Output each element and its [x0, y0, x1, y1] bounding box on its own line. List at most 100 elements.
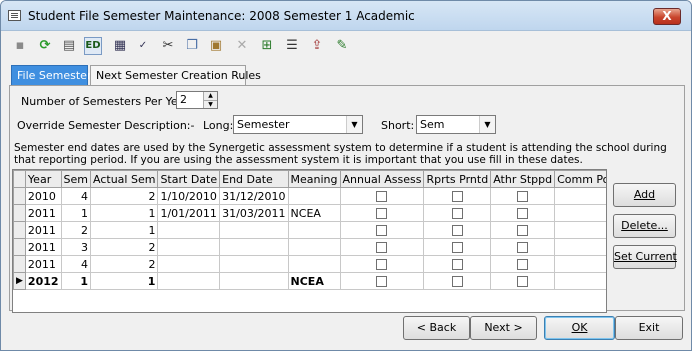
semester-grid[interactable]: Year Sem Actual Sem Start Date End Date …	[12, 169, 607, 313]
cell-end[interactable]	[219, 238, 289, 256]
cell-end[interactable]	[219, 221, 289, 239]
delete-button[interactable]: Delete...	[613, 214, 676, 238]
cell-meaning[interactable]	[287, 187, 341, 205]
save-icon[interactable]: ▪	[11, 37, 29, 55]
cell-end[interactable]: 31/12/2010	[219, 187, 289, 205]
prntd-checkbox[interactable]	[451, 208, 463, 219]
tab-next-semester-rules[interactable]: Next Semester Creation Rules	[90, 65, 261, 86]
cell-meaning[interactable]	[287, 255, 341, 273]
table-row[interactable]: 2011 1 1 1/01/2011 31/03/2011 NCEA	[13, 204, 606, 222]
cell-actual[interactable]: 2	[90, 238, 159, 256]
semesters-spinner[interactable]: 2 ▲ ▼	[176, 91, 218, 109]
back-button[interactable]: < Back	[403, 316, 470, 340]
cell-actual[interactable]: 2	[90, 255, 159, 273]
table-row[interactable]: 2011 4 2	[13, 255, 606, 273]
cell-actual[interactable]: 1	[90, 204, 159, 222]
spell-check-icon[interactable]: ✓	[134, 37, 152, 55]
cell-end[interactable]: 31/03/2011	[219, 204, 289, 222]
print-icon[interactable]: ▤	[60, 37, 78, 55]
cell-year[interactable]: 2012	[24, 272, 62, 290]
row-indicator[interactable]	[13, 255, 26, 273]
title-bar[interactable]: Student File Semester Maintenance: 2008 …	[1, 1, 691, 31]
spin-down-icon[interactable]: ▼	[203, 100, 217, 108]
spin-up-icon[interactable]: ▲	[203, 92, 217, 100]
exit-button[interactable]: Exit	[615, 316, 683, 340]
row-indicator[interactable]	[13, 204, 26, 222]
edit-mode-icon[interactable]: ED	[84, 37, 102, 55]
column-header-actual-sem[interactable]: Actual Sem	[90, 170, 159, 188]
cell-end[interactable]	[219, 272, 289, 290]
annual-checkbox[interactable]	[376, 242, 388, 253]
column-header-athr-stppd[interactable]: Athr Stppd	[490, 170, 556, 188]
cell-meaning[interactable]	[287, 238, 341, 256]
next-button[interactable]: Next >	[470, 316, 537, 340]
stppd-checkbox[interactable]	[517, 276, 529, 287]
stppd-checkbox[interactable]	[517, 208, 529, 219]
column-header-comm-portal-current[interactable]: Comm Portal Current	[554, 170, 606, 188]
copy-icon[interactable]: ❐	[183, 37, 201, 55]
prntd-checkbox[interactable]	[451, 242, 463, 253]
column-header-rprts-prntd[interactable]: Rprts Prntd	[423, 170, 492, 188]
close-button[interactable]: X	[653, 8, 681, 25]
chevron-down-icon[interactable]: ▼	[479, 116, 495, 133]
cell-start[interactable]: 1/10/2010	[157, 187, 221, 205]
cell-actual[interactable]: 1	[90, 272, 159, 290]
table-row[interactable]: ▶201211NCEA✓	[13, 272, 606, 290]
column-header-sem[interactable]: Sem	[60, 170, 92, 188]
stppd-checkbox[interactable]	[517, 259, 529, 270]
export-icon[interactable]: ⇪	[308, 37, 326, 55]
annual-checkbox[interactable]	[376, 259, 388, 270]
column-header-meaning[interactable]: Meaning	[287, 170, 341, 188]
cell-year[interactable]: 2011	[24, 255, 62, 273]
cell-meaning[interactable]: NCEA	[287, 204, 341, 222]
stppd-checkbox[interactable]	[517, 191, 529, 202]
cell-sem[interactable]: 1	[60, 204, 92, 222]
cell-meaning[interactable]: NCEA	[287, 272, 341, 290]
cell-start[interactable]: 1/01/2011	[157, 204, 221, 222]
find-icon[interactable]: ⊞	[258, 37, 276, 55]
annual-checkbox[interactable]	[376, 225, 388, 236]
cell-year[interactable]: 2011	[24, 204, 62, 222]
cell-start[interactable]	[157, 221, 221, 239]
cell-end[interactable]	[219, 255, 289, 273]
table-row[interactable]: 2011 2 1	[13, 221, 606, 239]
cell-year[interactable]: 2011	[24, 221, 62, 239]
cell-sem[interactable]: 4	[60, 255, 92, 273]
delete-icon[interactable]: ✕	[233, 37, 251, 55]
stppd-checkbox[interactable]	[517, 225, 529, 236]
cell-actual[interactable]: 1	[90, 221, 159, 239]
prntd-checkbox[interactable]	[451, 225, 463, 236]
tab-file-semester[interactable]: File Semester	[11, 65, 91, 85]
add-button[interactable]: Add	[613, 183, 676, 207]
prntd-checkbox[interactable]	[451, 191, 463, 202]
cell-sem[interactable]: 2	[60, 221, 92, 239]
short-description-select[interactable]: Sem ▼	[416, 115, 496, 134]
cell-actual[interactable]: 2	[90, 187, 159, 205]
annual-checkbox[interactable]	[376, 276, 388, 287]
cell-sem[interactable]: 3	[60, 238, 92, 256]
cell-sem[interactable]: 1	[60, 272, 92, 290]
stppd-checkbox[interactable]	[517, 242, 529, 253]
row-indicator[interactable]: ▶	[13, 272, 26, 290]
paste-icon[interactable]: ▣	[207, 37, 225, 55]
prntd-checkbox[interactable]	[451, 276, 463, 287]
table-row[interactable]: 2011 3 2	[13, 238, 606, 256]
set-current-button[interactable]: Set Current	[613, 245, 677, 269]
cell-year[interactable]: 2011	[24, 238, 62, 256]
cell-start[interactable]	[157, 238, 221, 256]
list-icon[interactable]: ☰	[283, 37, 301, 55]
cell-meaning[interactable]	[287, 221, 341, 239]
column-header-annual-assess[interactable]: Annual Assess	[339, 170, 425, 188]
notes-icon[interactable]: ✎	[333, 37, 351, 55]
long-description-select[interactable]: Semester ▼	[233, 115, 363, 134]
cell-start[interactable]	[157, 272, 221, 290]
row-indicator[interactable]	[13, 187, 26, 205]
column-header-end-date[interactable]: End Date	[219, 170, 289, 188]
refresh-icon[interactable]: ⟳	[36, 37, 54, 55]
chevron-down-icon[interactable]: ▼	[346, 116, 362, 133]
column-header-year[interactable]: Year	[24, 170, 62, 188]
table-row[interactable]: 2010 4 2 1/10/2010 31/12/2010	[13, 187, 606, 205]
cut-icon[interactable]: ✂	[159, 37, 177, 55]
calculator-icon[interactable]: ▦	[111, 37, 129, 55]
cell-sem[interactable]: 4	[60, 187, 92, 205]
